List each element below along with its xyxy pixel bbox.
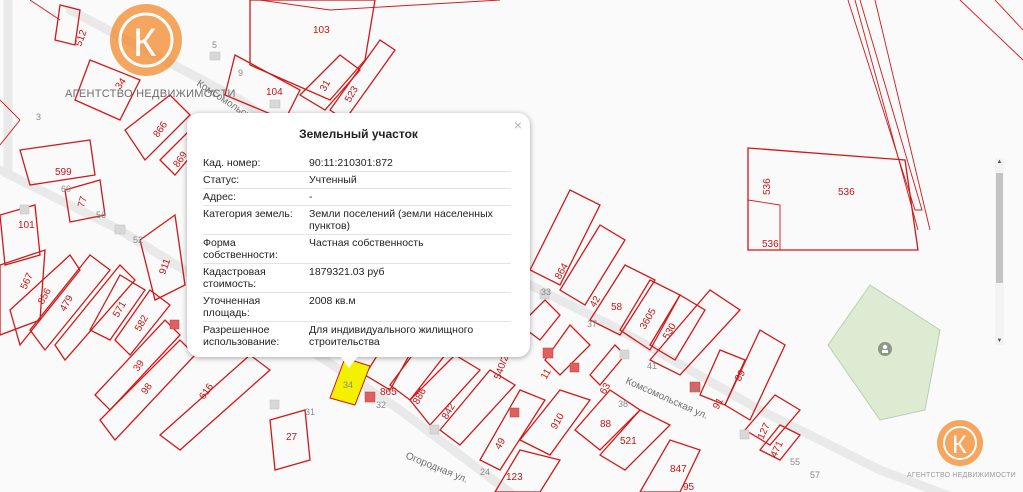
scroll-up-icon[interactable]: ▲ — [995, 158, 1004, 166]
svg-text:536: 536 — [762, 239, 779, 250]
row-key: Уточненная площадь: — [203, 295, 261, 319]
svg-text:32: 32 — [376, 400, 386, 410]
svg-text:49: 49 — [493, 436, 508, 452]
plot-info-popup: Земельный участок × Кад. номер: 90:11:21… — [187, 113, 530, 357]
svg-text:39: 39 — [131, 358, 147, 374]
scroll-down-icon[interactable]: ▼ — [995, 337, 1004, 345]
svg-text:34: 34 — [343, 380, 353, 390]
svg-text:540/2: 540/2 — [492, 353, 511, 381]
svg-text:521: 521 — [620, 436, 637, 447]
svg-text:864: 864 — [553, 261, 571, 281]
svg-text:91: 91 — [711, 396, 726, 412]
plot-536 — [747, 147, 919, 251]
svg-text:98: 98 — [139, 381, 155, 397]
row-value: 1879321.03 руб — [309, 266, 385, 278]
svg-text:63: 63 — [598, 381, 613, 397]
row-status: Статус: Учтенный — [203, 172, 511, 189]
svg-text:599: 599 — [55, 167, 72, 178]
svg-text:11: 11 — [539, 367, 554, 382]
svg-text:24: 24 — [480, 467, 490, 477]
svg-text:55: 55 — [790, 457, 800, 467]
popup-pointer — [340, 356, 358, 368]
watermark-logo-small: К — [937, 420, 983, 466]
svg-text:58: 58 — [611, 302, 623, 313]
row-land-category: Категория земель: Земли поселений (земли… — [203, 206, 511, 235]
watermark-text: АГЕНТСТВО НЕДВИЖИМОСТИ — [65, 88, 236, 100]
row-value: 90:11:210301:872 — [309, 157, 393, 169]
row-value: Частная собственность — [309, 237, 424, 249]
svg-text:3: 3 — [36, 112, 41, 122]
svg-text:582: 582 — [133, 313, 151, 333]
row-key: Статус: — [203, 174, 240, 186]
svg-text:103: 103 — [313, 25, 330, 36]
close-icon[interactable]: × — [514, 117, 522, 133]
row-permitted-use: Разрешенное использование: Для индивидуа… — [203, 322, 511, 347]
svg-text:88: 88 — [600, 419, 612, 430]
row-value: Учтенный — [309, 174, 357, 186]
svg-text:847: 847 — [670, 464, 687, 475]
svg-text:57: 57 — [810, 470, 820, 480]
scrollbar-thumb[interactable] — [996, 173, 1003, 283]
svg-text:536: 536 — [762, 178, 773, 195]
svg-text:56: 56 — [96, 210, 106, 220]
row-key: Разрешенное использование: — [203, 324, 280, 347]
row-ownership: Форма собственности: Частная собственнос… — [203, 235, 511, 264]
watermark-text-small: АГЕНТСТВО НЕДВИЖИМОСТИ — [907, 472, 1016, 479]
svg-text:9: 9 — [238, 68, 243, 78]
row-key: Кадастровая стоимость: — [203, 266, 266, 290]
svg-text:5: 5 — [212, 40, 217, 50]
row-key: Категория земель: — [203, 208, 293, 220]
popup-title: Земельный участок — [299, 127, 418, 141]
svg-text:37: 37 — [587, 319, 597, 329]
row-cadastral-number: Кад. номер: 90:11:210301:872 — [203, 155, 511, 172]
svg-text:127: 127 — [756, 421, 773, 441]
svg-text:41: 41 — [647, 361, 657, 371]
svg-text:27: 27 — [286, 432, 298, 443]
row-value: Для индивидуального жилищного строительс… — [309, 324, 474, 347]
svg-text:31: 31 — [318, 78, 333, 94]
popup-details: Кад. номер: 90:11:210301:872 Статус: Учт… — [203, 155, 511, 347]
watermark-logo: К — [110, 4, 182, 76]
svg-text:104: 104 — [266, 87, 283, 98]
svg-text:К: К — [952, 431, 967, 459]
svg-text:95: 95 — [683, 482, 695, 492]
svg-text:512: 512 — [73, 28, 89, 48]
svg-text:123: 123 — [506, 472, 523, 483]
svg-text:60: 60 — [61, 184, 71, 194]
popup-scrollbar[interactable]: ▲ ▼ — [995, 158, 1004, 345]
row-address: Адрес: - — [203, 189, 511, 206]
svg-text:865: 865 — [380, 387, 397, 398]
svg-text:33: 33 — [541, 287, 551, 297]
svg-text:15: 15 — [690, 384, 700, 394]
svg-text:842: 842 — [440, 401, 458, 421]
row-cadastral-value: Кадастровая стоимость: 1879321.03 руб — [203, 264, 511, 293]
row-value: 2008 кв.м — [309, 295, 356, 307]
svg-text:3605: 3605 — [638, 306, 659, 331]
svg-text:К: К — [133, 21, 157, 65]
row-value: Земли поселений (земли населенных пункто… — [309, 208, 493, 232]
svg-text:886: 886 — [411, 386, 429, 406]
svg-text:31: 31 — [305, 407, 315, 417]
svg-text:479: 479 — [58, 293, 76, 313]
svg-text:38: 38 — [618, 399, 628, 409]
row-key: Кад. номер: — [203, 157, 261, 169]
svg-text:101: 101 — [18, 220, 35, 231]
row-area: Уточненная площадь: 2008 кв.м — [203, 293, 511, 322]
row-key: Адрес: — [203, 191, 236, 203]
svg-text:536: 536 — [838, 187, 855, 198]
svg-text:77: 77 — [76, 195, 90, 209]
svg-text:910: 910 — [549, 411, 567, 431]
row-key: Форма собственности: — [203, 237, 278, 261]
row-value: - — [309, 191, 313, 203]
svg-text:52: 52 — [133, 235, 143, 245]
